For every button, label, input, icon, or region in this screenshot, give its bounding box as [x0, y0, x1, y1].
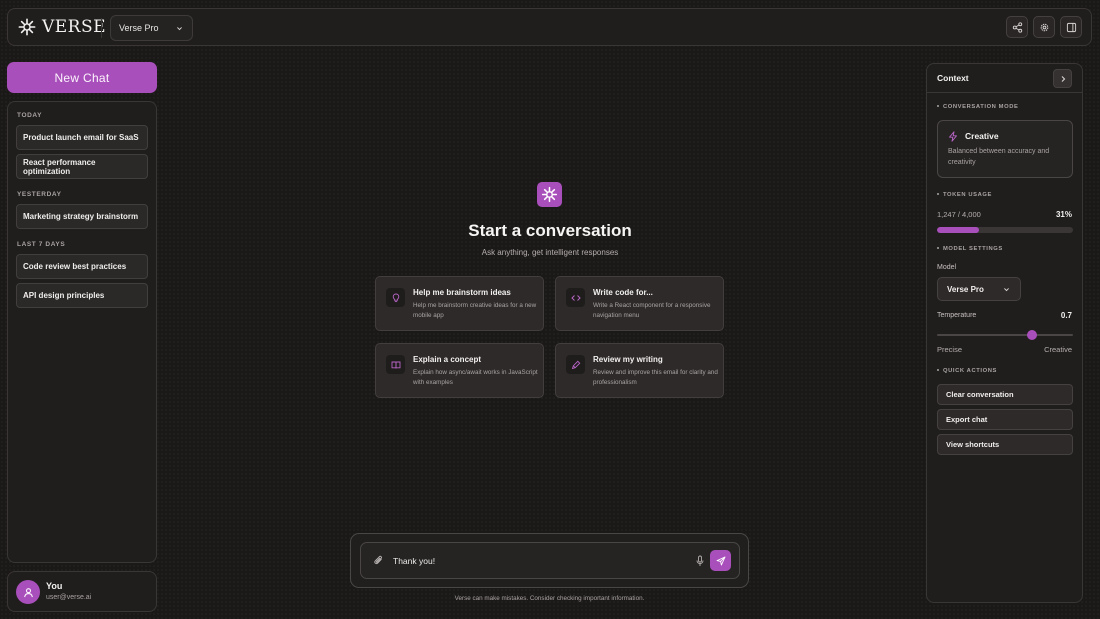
lightbulb-icon [392, 293, 399, 302]
page-subtitle: Ask anything, get intelligent responses [481, 248, 619, 257]
history-group-label: TODAY [17, 112, 43, 119]
send-button[interactable] [710, 550, 731, 571]
mode-name: Creative [965, 131, 999, 141]
history-item[interactable]: Code review best practices [16, 254, 148, 279]
code-icon [570, 294, 581, 301]
token-progress-bar [937, 227, 1073, 233]
context-header: Context [927, 64, 1082, 93]
view-shortcuts-button[interactable]: View shortcuts [937, 434, 1073, 455]
disclaimer: Verse can make mistakes. Consider checki… [454, 595, 645, 602]
share-button[interactable] [1006, 16, 1028, 38]
suggestion-title: Explain a concept [413, 355, 482, 364]
temperature-slider-thumb[interactable] [1027, 330, 1038, 340]
context-title: Context [937, 73, 969, 83]
verse-logo-icon [18, 18, 36, 36]
lightning-icon [949, 131, 957, 142]
section-label: TOKEN USAGE [937, 192, 992, 198]
verse-logo-icon [541, 186, 558, 203]
user-profile[interactable]: You user@verse.ai [7, 571, 157, 612]
top-header: VERSE Verse Pro [7, 8, 1092, 46]
token-count: 1,247 / 4,000 [937, 210, 981, 219]
mode-description: Balanced between accuracy and creativity [948, 148, 1050, 166]
gear-icon [1040, 23, 1048, 31]
user-email: user@verse.ai [46, 594, 92, 601]
history-item[interactable]: React performance optimization [16, 154, 148, 179]
slider-min-label: Precise [937, 345, 963, 354]
suggestion-title: Help me brainstorm ideas [413, 288, 511, 297]
context-panel: Context CONVERSATION MODE Creative Balan… [926, 63, 1083, 603]
brand-name: VERSE [42, 17, 107, 37]
mode-card[interactable]: Creative Balanced between accuracy and c… [937, 120, 1073, 178]
suggestion-desc: Help me brainstorm creative ideas for a … [413, 302, 537, 319]
history-group-label: LAST 7 DAYS [17, 241, 66, 248]
history-group-label: YESTERDAY [17, 191, 62, 198]
suggestion-card[interactable]: Write code for... Write a React componen… [555, 276, 724, 331]
model-label: Model [937, 264, 957, 271]
chevron-down-icon [1004, 288, 1009, 292]
chevron-right-icon [1061, 75, 1065, 82]
send-icon [716, 556, 725, 565]
settings-button[interactable] [1033, 16, 1055, 38]
chat-history: TODAY Product launch email for SaaS Reac… [7, 101, 157, 563]
section-label: QUICK ACTIONS [937, 368, 997, 374]
new-chat-button[interactable]: New Chat [7, 62, 157, 93]
page-title: Start a conversation [468, 221, 632, 240]
pen-icon [571, 360, 580, 369]
message-input[interactable] [393, 551, 683, 571]
section-label: MODEL SETTINGS [937, 246, 1003, 252]
suggestion-card[interactable]: Explain a concept Explain how async/awai… [375, 343, 544, 398]
history-item[interactable]: API design principles [16, 283, 148, 308]
avatar [16, 580, 40, 604]
book-icon [391, 361, 400, 369]
suggestion-card[interactable]: Review my writing Review and improve thi… [555, 343, 724, 398]
paperclip-icon[interactable] [373, 555, 385, 567]
suggestion-title: Write code for... [593, 288, 653, 297]
history-item[interactable]: Product launch email for SaaS [16, 125, 148, 150]
section-label: CONVERSATION MODE [937, 104, 1018, 110]
brand-logo[interactable]: VERSE [18, 17, 106, 37]
clear-conversation-button[interactable]: Clear conversation [937, 384, 1073, 405]
suggestion-card[interactable]: Help me brainstorm ideas Help me brainst… [375, 276, 544, 331]
model-dropdown-value: Verse Pro [947, 284, 984, 294]
header-divider [101, 18, 102, 38]
sidebar-panel-icon [1066, 22, 1076, 32]
token-progress-fill [937, 227, 980, 233]
temperature-slider[interactable] [937, 330, 1073, 340]
suggestion-title: Review my writing [593, 355, 663, 364]
chevron-down-icon [177, 27, 182, 31]
microphone-icon[interactable] [695, 555, 705, 567]
composer [350, 533, 749, 588]
temperature-label: Temperature [937, 312, 977, 319]
center-logo [537, 182, 562, 207]
model-selector-label: Verse Pro [119, 23, 159, 33]
model-selector[interactable]: Verse Pro [110, 15, 193, 41]
history-item[interactable]: Marketing strategy brainstorm [16, 204, 148, 229]
user-icon [23, 587, 33, 597]
suggestion-desc: Write a React component for a responsive… [593, 302, 711, 319]
user-name: You [46, 581, 63, 591]
composer-field [360, 542, 740, 579]
slider-max-label: Creative [1044, 345, 1072, 354]
share-icon [1012, 21, 1022, 33]
temperature-value: 0.7 [1060, 311, 1072, 320]
toggle-panel-button[interactable] [1060, 16, 1082, 38]
model-dropdown[interactable]: Verse Pro [937, 277, 1021, 301]
suggestion-desc: Explain how async/await works in JavaScr… [413, 369, 538, 386]
export-chat-button[interactable]: Export chat [937, 409, 1073, 430]
suggestion-desc: Review and improve this email for clarit… [593, 369, 718, 386]
collapse-context-button[interactable] [1053, 69, 1072, 88]
token-percent: 31% [1055, 210, 1072, 219]
